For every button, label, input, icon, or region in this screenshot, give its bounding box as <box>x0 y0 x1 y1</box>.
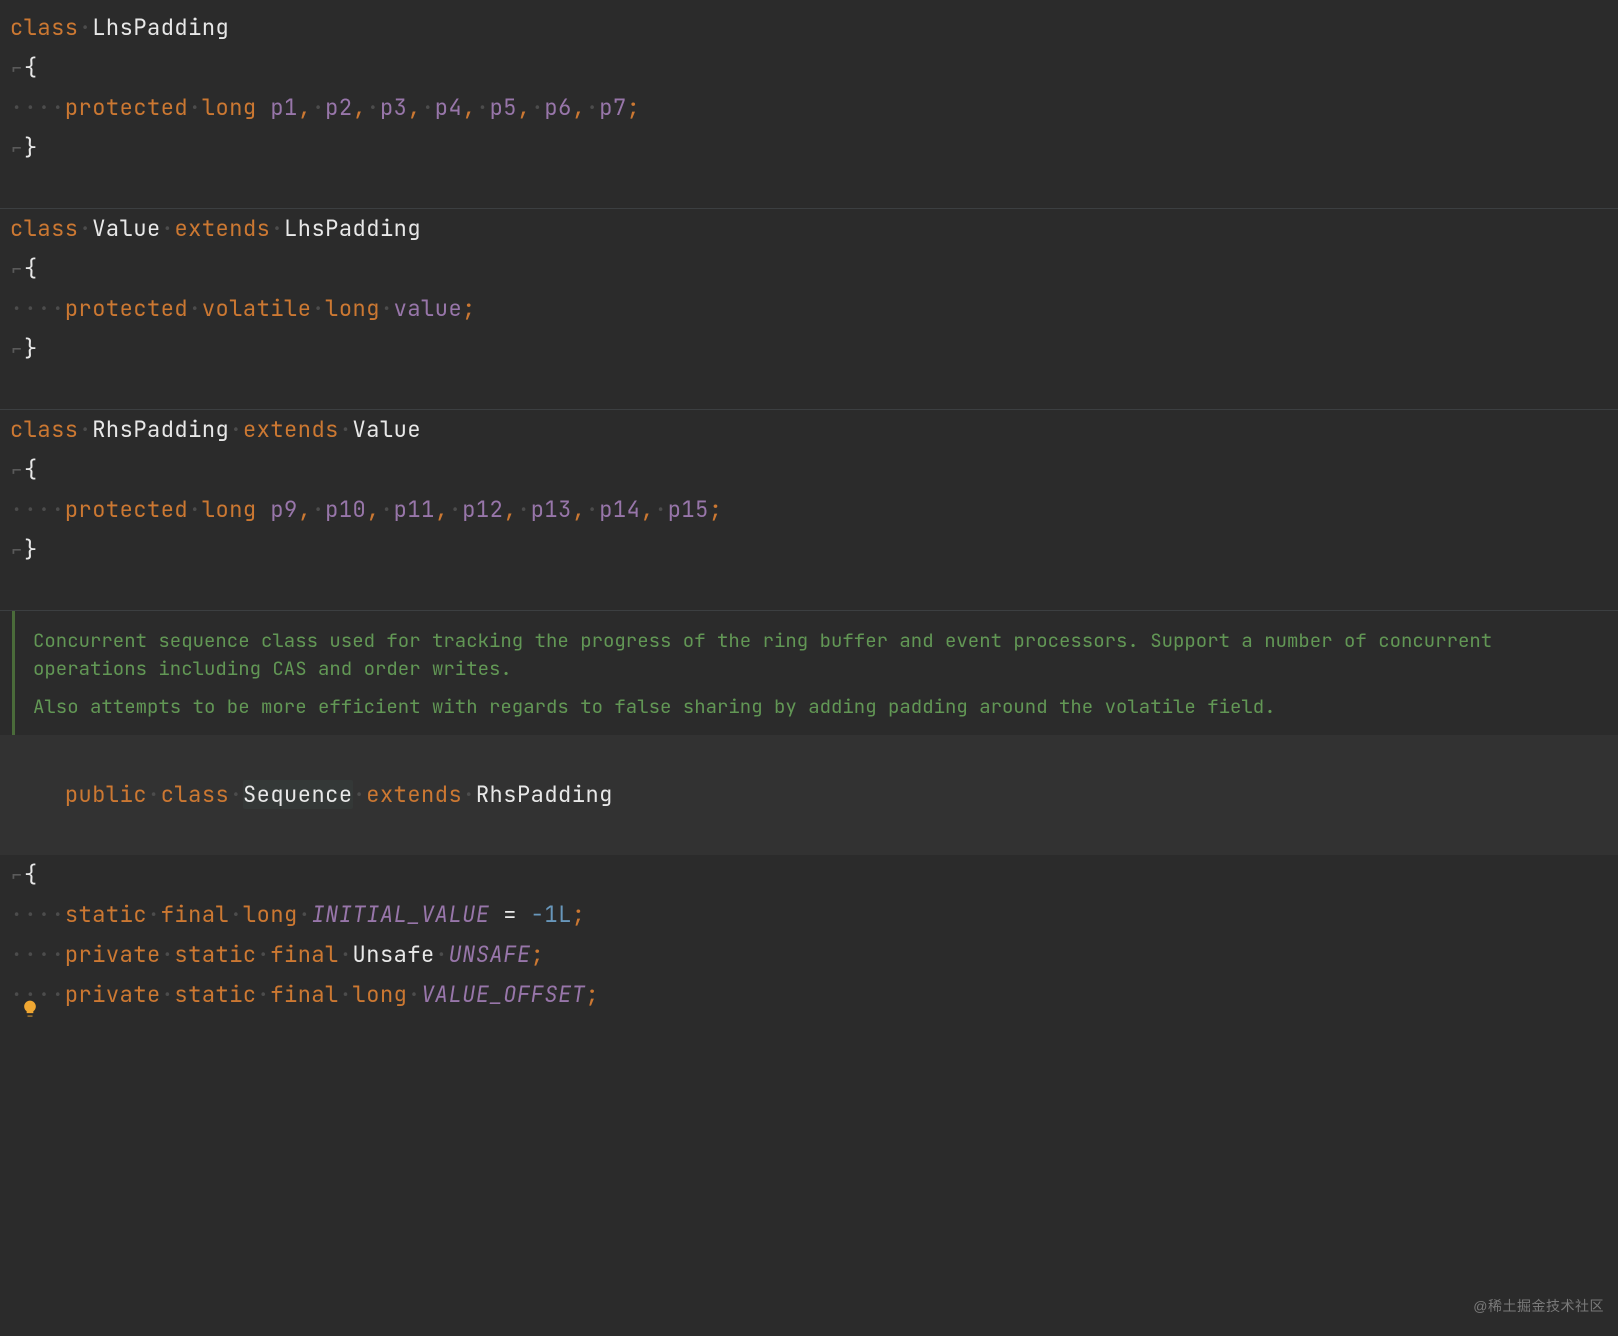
blank-line[interactable] <box>0 369 1618 409</box>
code-line[interactable]: ⌐} <box>0 329 1618 369</box>
code-line[interactable]: class·RhsPadding·extends·Value <box>0 410 1618 450</box>
code-line[interactable]: ····private·static·final·Unsafe·UNSAFE; <box>0 935 1618 975</box>
intention-bulb-icon[interactable] <box>20 992 40 1012</box>
code-line[interactable]: ····static·final·long·INITIAL_VALUE = -1… <box>0 895 1618 935</box>
code-line[interactable]: ····protected·long p1,·p2,·p3,·p4,·p5,·p… <box>0 88 1618 128</box>
rendered-javadoc[interactable]: Concurrent sequence class used for track… <box>12 611 1618 735</box>
code-line[interactable]: ⌐{ <box>0 855 1618 895</box>
doc-paragraph: Also attempts to be more efficient with … <box>33 693 1600 721</box>
blank-line[interactable] <box>0 570 1618 610</box>
keyword-class: class <box>10 13 79 42</box>
code-line[interactable]: ····protected·long p9,·p10,·p11,·p12,·p1… <box>0 490 1618 530</box>
class-name: Value <box>92 214 161 243</box>
code-line[interactable]: ⌐} <box>0 530 1618 570</box>
code-line[interactable]: ⌐{ <box>0 249 1618 289</box>
blank-line[interactable] <box>0 168 1618 208</box>
code-line-highlighted[interactable]: public·class·Sequence·extends·RhsPadding <box>0 735 1618 855</box>
code-line[interactable]: ····protected·volatile·long·value; <box>0 289 1618 329</box>
code-editor[interactable]: class·LhsPadding ⌐{ ····protected·long p… <box>0 0 1618 1015</box>
code-line[interactable]: class·Value·extends·LhsPadding <box>0 209 1618 249</box>
code-line[interactable]: ⌐} <box>0 128 1618 168</box>
class-name-selected: Sequence <box>243 780 353 809</box>
code-line[interactable]: ····private·static·final·long·VALUE_OFFS… <box>0 975 1618 1015</box>
code-line[interactable]: ⌐{ <box>0 48 1618 88</box>
class-name: LhsPadding <box>92 13 229 42</box>
doc-paragraph: Concurrent sequence class used for track… <box>33 627 1600 683</box>
watermark-text: @稀土掘金技术社区 <box>1473 1286 1604 1326</box>
code-line[interactable]: class·LhsPadding <box>0 8 1618 48</box>
class-name: RhsPadding <box>92 415 229 444</box>
code-line[interactable]: ⌐{ <box>0 450 1618 490</box>
